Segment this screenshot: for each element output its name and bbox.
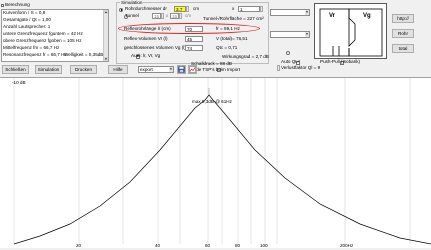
list-item: untere Grenzfrequenz fguntem = 42 Hz xyxy=(3,31,83,36)
chart-icon-button[interactable] xyxy=(188,65,197,74)
loss-factor-spinner[interactable] xyxy=(277,65,280,71)
export-dropdown[interactable]: export ▼ xyxy=(138,66,174,73)
x-tick-label: 80 xyxy=(235,243,241,248)
pipe-diameter-spinner[interactable] xyxy=(186,6,189,12)
total-button[interactable]: total xyxy=(392,44,414,53)
response-curve xyxy=(13,94,431,245)
vented-chamber-label: Vr xyxy=(329,13,336,19)
x-tick-label: 40 xyxy=(155,243,161,248)
x-tick-label: 100 xyxy=(260,243,268,248)
spl-readout: Schalldruck = 88 dB xyxy=(191,61,232,66)
tuning-frequency-readout: fr = 59,1 Hz xyxy=(216,26,240,31)
tunnel-label: Tunnel xyxy=(125,13,139,18)
results-checkbox[interactable] xyxy=(1,4,4,7)
pipe-label: Rohrdurchmesser dr xyxy=(125,6,167,11)
vented-volume-input[interactable]: 45 xyxy=(185,36,203,42)
count-input[interactable]: 1 xyxy=(238,6,260,12)
results-header: Berechnung xyxy=(1,3,114,8)
response-graph: -10 dB max 9,3dB @ 61Hz 20 40 60 80 100 … xyxy=(0,77,431,248)
tunnel-area-readout: Tunnel-/Rohrfläche = 227 cm² xyxy=(203,16,264,21)
save-icon xyxy=(178,66,185,73)
option-radio[interactable] xyxy=(285,50,290,55)
help-button[interactable]: Hilfe xyxy=(108,65,128,74)
save-icon-button[interactable] xyxy=(177,65,186,74)
push-pull-label: Push-Pull (Isobarik) xyxy=(320,59,361,64)
peak-annotation: max 9,3dB @ 61Hz xyxy=(192,99,232,104)
ref-line-label: -10 dB xyxy=(12,80,26,85)
enclosure-schematic: Vr Vg xyxy=(314,3,387,59)
list-item: Gesamtgüte / Qt = 1,00 xyxy=(3,17,51,22)
ripple-readout: Welligkeit = 0,35dB xyxy=(64,52,104,57)
scroll-down-icon[interactable]: ▼ xyxy=(104,57,108,61)
tunnel-unit: cm xyxy=(185,13,192,18)
auto-qt-label: Auto Qt xyxy=(281,59,297,64)
closed-volume-label: geschlossenes Volumen Vg (l) xyxy=(124,45,186,50)
list-item: Anzahl Lautsprecher: 1 xyxy=(3,24,51,29)
closed-chamber-label: Vg xyxy=(363,13,371,19)
chevron-down-icon: ▼ xyxy=(305,10,309,15)
simulation-title: Simulation xyxy=(120,0,144,6)
count-spinner[interactable] xyxy=(260,6,263,12)
list-item: Resonanzfrequenz fr = 66,7 Hz xyxy=(3,52,67,57)
auto-label: Auto: lr, Vr, Vg xyxy=(131,53,161,58)
tunnel-x-label: x xyxy=(166,13,169,18)
list-item: Kurvenform / S = 0,6 xyxy=(3,10,46,15)
pipe-radio[interactable] xyxy=(119,7,123,12)
pipe-diameter-input[interactable]: 3,7 xyxy=(174,6,186,12)
list-item: Mittelfrequenz fm = 66,7 Hz xyxy=(3,45,60,50)
results-panel: Berechnung Kurvenform / S = 0,6 Gesamtgü… xyxy=(1,3,114,62)
total-volume-readout: V (total)= 76,51 xyxy=(216,36,248,41)
mode-dropdown[interactable]: ▼ xyxy=(270,31,310,38)
load-tsp-label: Lade TSP's beim Import xyxy=(191,67,241,72)
results-list[interactable]: Kurvenform / S = 0,6 Gesamtgüte / Qt = 1… xyxy=(1,9,109,62)
unit-dropdown[interactable]: ▼ xyxy=(270,9,310,16)
x-tick-label: 20 xyxy=(76,243,82,248)
pipe-unit: cm xyxy=(193,6,200,11)
closed-volume-input[interactable]: 74 xyxy=(185,45,203,51)
x-tick-label: 60 xyxy=(205,243,211,248)
pipe-length-input[interactable]: 70 xyxy=(185,26,203,32)
chevron-down-icon: ▼ xyxy=(305,32,309,37)
results-title: Berechnung xyxy=(5,2,30,8)
loss-factor-label: Verlustfaktor Ql = 9 xyxy=(281,65,321,70)
enclosure-drawing xyxy=(319,8,383,57)
results-scrollbar[interactable]: ▲ ▼ xyxy=(103,10,108,61)
count-label: x xyxy=(232,6,235,11)
http-button[interactable]: http:// xyxy=(392,14,414,23)
chart-icon xyxy=(189,66,196,73)
list-item: obere Grenzfrequenz fgoben = 105 Hz xyxy=(3,38,82,43)
tunnel-height-spinner[interactable] xyxy=(179,13,182,19)
print-button[interactable]: Drucken xyxy=(70,65,97,74)
chevron-down-icon: ▼ xyxy=(169,67,173,72)
pipe-length-label: Reflexrohrlänge lr (cm) xyxy=(124,26,171,31)
scroll-up-icon[interactable]: ▲ xyxy=(104,10,108,14)
simulation-button[interactable]: Simulation xyxy=(35,65,62,74)
tunnel-height-input[interactable]: 15 xyxy=(170,13,179,19)
vented-volume-label: Reflex-Volumen Vr (l) xyxy=(124,36,168,41)
qtc-readout: Qtc = 0,71 xyxy=(216,45,238,50)
tunnel-width-spinner[interactable] xyxy=(161,13,164,19)
efficiency-readout: Wirkungsgrad = 2,7 dB xyxy=(222,54,269,59)
tunnel-width-input[interactable]: 15 xyxy=(152,13,161,19)
pipe-button[interactable]: Rohr xyxy=(392,29,414,38)
export-value: export xyxy=(140,67,153,72)
close-button[interactable]: Schließen xyxy=(2,65,29,74)
x-tick-label: 200Hz xyxy=(340,243,354,248)
